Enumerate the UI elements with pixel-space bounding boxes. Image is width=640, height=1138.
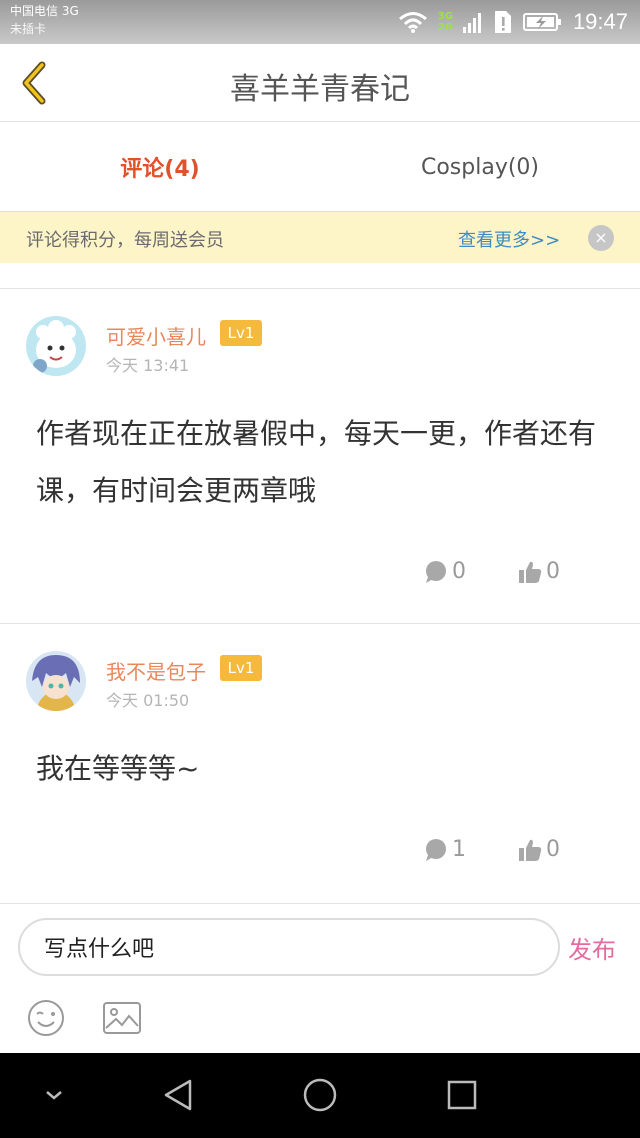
app-header: 喜羊羊青春记 bbox=[0, 44, 640, 122]
sim-status-label: 未插卡 bbox=[10, 22, 47, 36]
reply-count: 0 bbox=[452, 559, 466, 584]
nav-back-button[interactable] bbox=[158, 1075, 198, 1115]
notice-text: 评论得积分，每周送会员 bbox=[26, 230, 224, 251]
sim-alert-icon bbox=[494, 11, 511, 33]
comment-item: 我不是包子 Lv1 今天 01:50 我在等等等~ 1 0 bbox=[0, 624, 640, 902]
tab-bar: 评论(4) Cosplay(0) bbox=[0, 123, 640, 211]
comment-username[interactable]: 我不是包子 bbox=[106, 656, 206, 685]
status-time: 19:47 bbox=[572, 9, 628, 34]
like-button[interactable]: 0 bbox=[518, 559, 560, 584]
notice-banner: 评论得积分，每周送会员 查看更多>> × bbox=[0, 211, 640, 263]
comment-bubble-icon bbox=[426, 560, 446, 583]
nav-home-button[interactable] bbox=[300, 1075, 340, 1115]
comment-time: 今天 13:41 bbox=[106, 356, 190, 375]
back-triangle-icon bbox=[164, 1079, 192, 1111]
hide-keyboard-button[interactable] bbox=[34, 1075, 74, 1115]
tab-cosplay[interactable]: Cosplay(0) bbox=[320, 123, 640, 211]
publish-button[interactable]: 发布 bbox=[568, 930, 616, 965]
comment-item: 可爱小喜儿 Lv1 今天 13:41 作者现在正在放暑假中，每天一更，作者还有课… bbox=[0, 289, 640, 623]
avatar[interactable] bbox=[26, 651, 86, 711]
comment-username[interactable]: 可爱小喜儿 bbox=[106, 321, 206, 350]
wifi-icon bbox=[398, 12, 427, 33]
battery-charging-icon bbox=[522, 13, 561, 31]
reply-button[interactable]: 1 bbox=[424, 837, 466, 862]
reply-button[interactable]: 0 bbox=[424, 559, 466, 584]
level-badge: Lv1 bbox=[220, 320, 262, 346]
recents-square-icon bbox=[447, 1080, 477, 1110]
view-more-link[interactable]: 查看更多>> bbox=[458, 226, 560, 252]
network-badge-bottom: 2G bbox=[437, 22, 453, 33]
like-button[interactable]: 0 bbox=[518, 837, 560, 862]
system-nav-bar bbox=[0, 1053, 640, 1138]
comment-composer: 写点什么吧 发布 bbox=[0, 903, 640, 1053]
level-badge: Lv1 bbox=[220, 655, 262, 681]
comment-input[interactable]: 写点什么吧 bbox=[18, 918, 560, 976]
like-count: 0 bbox=[546, 837, 560, 862]
tab-comments[interactable]: 评论(4) bbox=[0, 123, 320, 211]
comment-time: 今天 01:50 bbox=[106, 691, 190, 710]
network-badge-top: 3G bbox=[437, 11, 453, 22]
like-count: 0 bbox=[546, 559, 560, 584]
emoji-icon[interactable] bbox=[26, 998, 66, 1038]
network-type-badge: 3G 2G bbox=[438, 11, 453, 33]
status-icons: 3G 2G 19:47 bbox=[398, 6, 628, 38]
thumbs-up-icon bbox=[519, 561, 542, 583]
comment-bubble-icon bbox=[426, 838, 446, 861]
status-bar: 中国电信 3G 未插卡 3G 2G 19:47 bbox=[0, 0, 640, 44]
carrier-label: 中国电信 3G bbox=[10, 4, 79, 18]
comment-body: 作者现在正在放暑假中，每天一更，作者还有课，有时间会更两章哦 bbox=[36, 417, 597, 507]
image-icon[interactable] bbox=[102, 1000, 142, 1036]
avatar[interactable] bbox=[26, 316, 86, 376]
page-title: 喜羊羊青春记 bbox=[230, 72, 410, 107]
close-icon[interactable]: × bbox=[588, 225, 614, 251]
home-circle-icon bbox=[303, 1078, 337, 1112]
thumbs-up-icon bbox=[519, 839, 542, 861]
chevron-down-icon bbox=[46, 1091, 62, 1100]
reply-count: 1 bbox=[452, 837, 466, 862]
nav-recents-button[interactable] bbox=[442, 1075, 482, 1115]
comment-body: 我在等等等~ bbox=[36, 752, 200, 785]
signal-icon bbox=[462, 13, 481, 33]
